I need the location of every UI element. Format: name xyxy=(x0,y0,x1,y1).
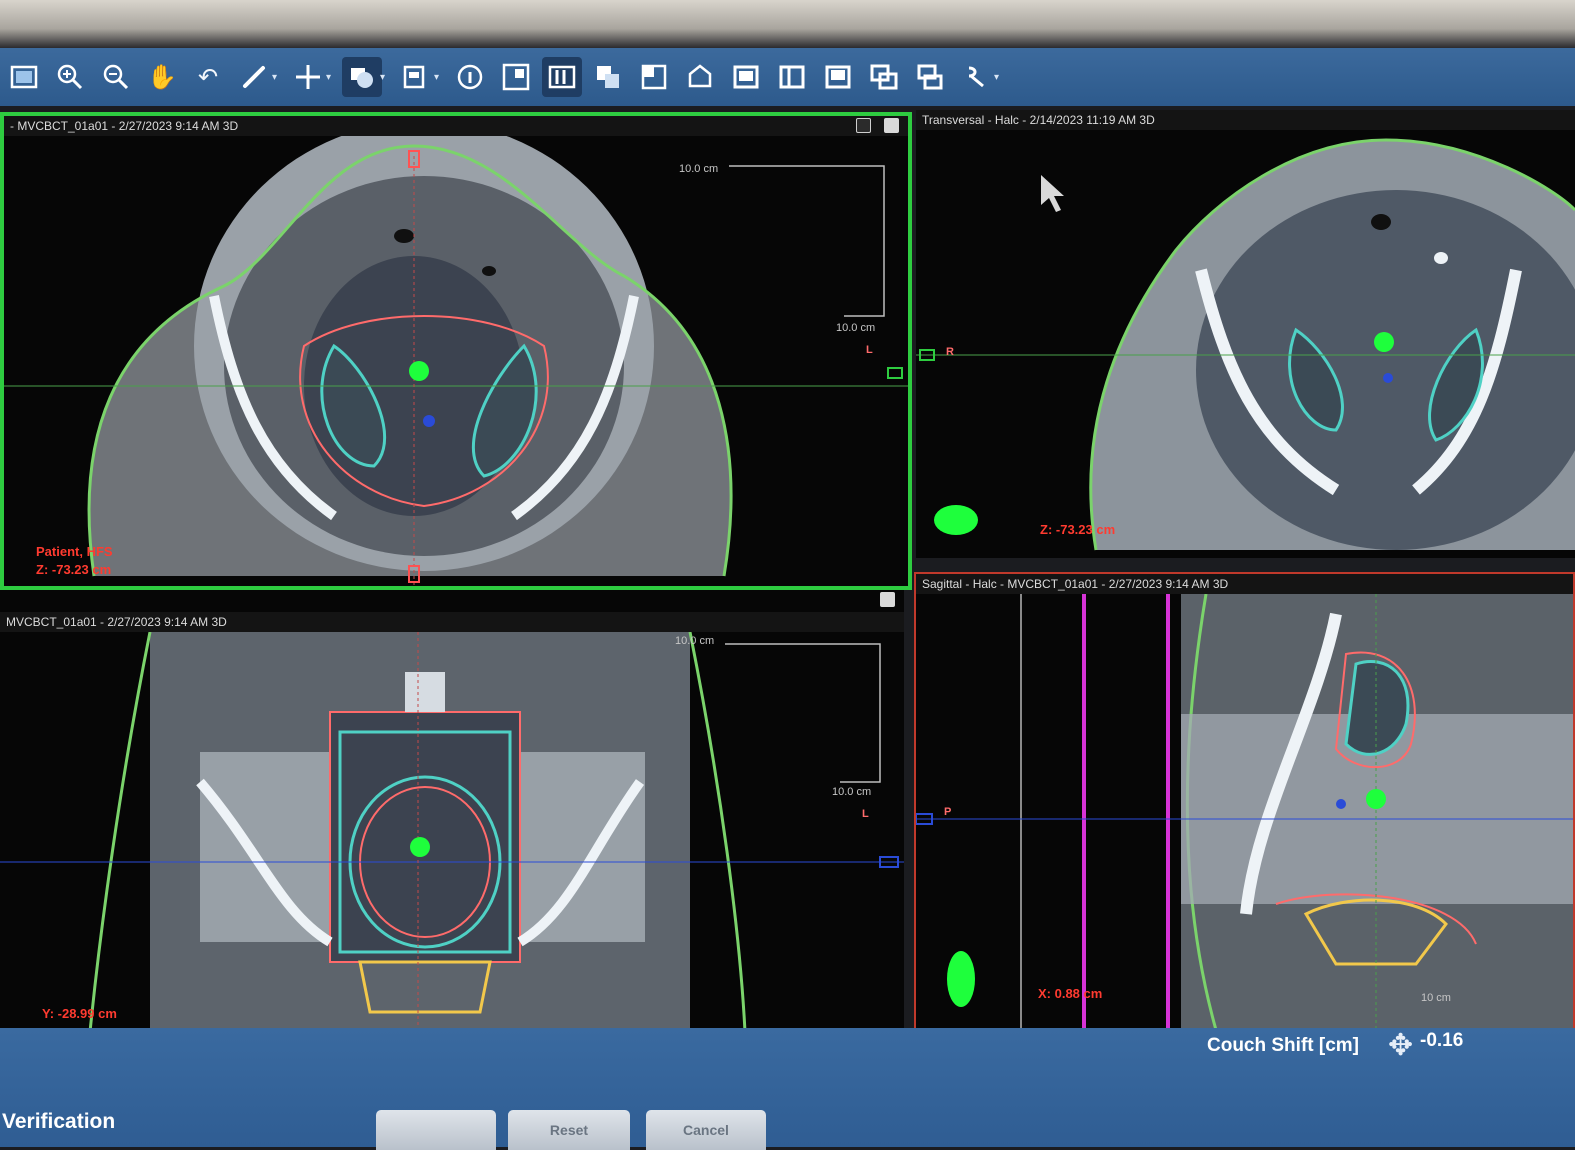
orientation-right: R xyxy=(946,346,954,358)
refresh-icon[interactable] xyxy=(856,118,871,133)
zoom-out-icon[interactable] xyxy=(96,57,136,97)
layout-5-icon[interactable] xyxy=(910,57,950,97)
viewport-title: MVCBCT_01a01 - 2/27/2023 9:14 AM 3D xyxy=(0,612,904,632)
axial-plan-image xyxy=(916,138,1575,551)
zoom-in-icon[interactable] xyxy=(50,57,90,97)
undo-icon[interactable]: ↶ xyxy=(188,57,228,97)
viewport-transversal-cbct[interactable]: - MVCBCT_01a01 - 2/27/2023 9:14 AM 3D 10… xyxy=(0,112,912,590)
info-icon[interactable] xyxy=(450,57,490,97)
scale-label-side: 10.0 cm xyxy=(832,786,872,798)
layout-icon[interactable] xyxy=(496,57,536,97)
monitor-bezel xyxy=(0,0,1575,48)
scale-label: 10 cm xyxy=(1421,992,1451,1004)
image-select-icon[interactable] xyxy=(396,57,436,97)
layout-4-icon[interactable] xyxy=(864,57,904,97)
viewport-title: Sagittal - Halc - MVCBCT_01a01 - 2/27/20… xyxy=(916,574,1573,594)
coronal-ct-image xyxy=(0,632,904,1030)
scale-label-top: 10.0 cm xyxy=(675,635,715,647)
coordinate-readout: Y: -28.99 cm xyxy=(42,1006,117,1021)
chevron-down-icon[interactable]: ▾ xyxy=(434,72,444,83)
sagittal-ct-image xyxy=(916,594,1573,1028)
window-level-icon[interactable] xyxy=(342,57,382,97)
couch-shift-value: -0.16 xyxy=(1420,1030,1464,1051)
maximize-icon[interactable] xyxy=(884,118,899,133)
grid-icon[interactable] xyxy=(634,57,674,97)
chevron-down-icon[interactable]: ▾ xyxy=(380,72,390,83)
copy-icon[interactable] xyxy=(588,57,628,97)
scale-label-top: 10.0 cm xyxy=(679,163,719,175)
viewport-transversal-plan[interactable]: Transversal - Halc - 2/14/2023 11:19 AM … xyxy=(916,110,1575,558)
chevron-down-icon[interactable]: ▾ xyxy=(326,72,336,83)
crosshair-icon[interactable] xyxy=(288,57,328,97)
coordinate-readout: Z: -73.23 cm xyxy=(1040,522,1116,537)
layout-2-icon[interactable] xyxy=(772,57,812,97)
maximize-icon[interactable] xyxy=(880,592,895,607)
viewport-title: - MVCBCT_01a01 - 2/27/2023 9:14 AM 3D xyxy=(4,116,908,136)
cancel-button[interactable]: Cancel xyxy=(646,1110,766,1150)
pan-hand-icon[interactable]: ✋ xyxy=(142,57,182,97)
viewport-coronal[interactable]: MVCBCT_01a01 - 2/27/2023 9:14 AM 3D 10.0… xyxy=(0,590,904,1030)
link-icon[interactable] xyxy=(956,57,996,97)
orientation-posterior: P xyxy=(944,806,952,818)
scale-label-side: 10.0 cm xyxy=(836,322,876,334)
patient-orientation-label: Patient, HFS xyxy=(36,544,113,559)
viewport-sagittal[interactable]: Sagittal - Halc - MVCBCT_01a01 - 2/27/20… xyxy=(914,572,1575,1030)
ruler-icon[interactable] xyxy=(234,57,274,97)
orientation-left: L xyxy=(866,344,873,356)
panel-title: Verification xyxy=(2,1110,116,1133)
viewport-title: Transversal - Halc - 2/14/2023 11:19 AM … xyxy=(916,110,1575,130)
image-icon[interactable] xyxy=(4,57,44,97)
reset-button[interactable]: Reset xyxy=(508,1110,630,1150)
orientation-left: L xyxy=(862,808,869,820)
chevron-down-icon[interactable]: ▾ xyxy=(272,72,282,83)
move-icon: ✥ xyxy=(1388,1029,1414,1062)
shape-icon[interactable] xyxy=(680,57,720,97)
couch-shift-label: Couch Shift [cm] xyxy=(1207,1035,1359,1056)
coordinate-readout: Z: -73.23 cm xyxy=(36,562,112,577)
overlay-icon[interactable] xyxy=(542,57,582,97)
layout-1-icon[interactable] xyxy=(726,57,766,97)
coordinate-readout: X: 0.88 cm xyxy=(1038,986,1103,1001)
axial-ct-image xyxy=(4,136,908,586)
chevron-down-icon[interactable]: ▾ xyxy=(994,72,1004,83)
layout-3-icon[interactable] xyxy=(818,57,858,97)
toolbar: ✋ ↶ ▾ ▾ ▾ ▾ ▾ xyxy=(0,48,1575,106)
action-button[interactable] xyxy=(376,1110,496,1150)
